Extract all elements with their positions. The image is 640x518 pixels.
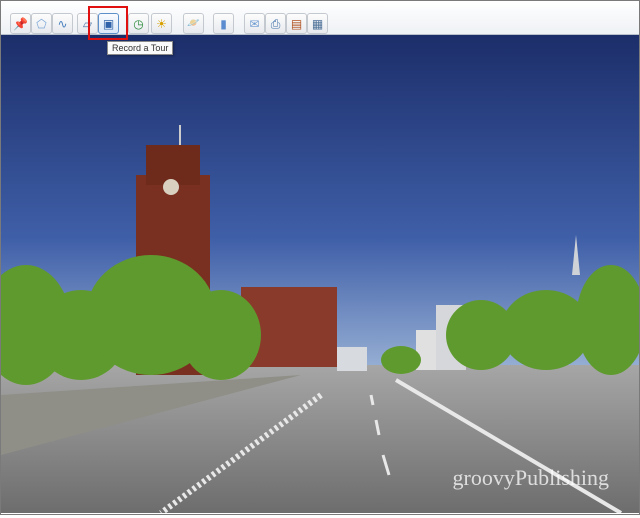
pushpin-icon: 📌: [13, 16, 28, 31]
add-path-button[interactable]: ∿: [52, 13, 73, 34]
watermark: groovyPublishing: [452, 465, 609, 490]
panel-icon: ▦: [311, 16, 324, 31]
polygon-icon: ⬠: [36, 16, 47, 31]
path-icon: ∿: [57, 16, 68, 31]
print-button[interactable]: ⎙: [265, 13, 286, 34]
sidebar-toggle-button[interactable]: ▦: [307, 13, 328, 34]
ruler-button[interactable]: ▮: [213, 13, 234, 34]
highlight-box: [88, 6, 128, 40]
email-button[interactable]: ✉: [244, 13, 265, 34]
map-icon: ▤: [290, 16, 303, 31]
historical-imagery-button[interactable]: ◷: [128, 13, 149, 34]
printer-icon: ⎙: [270, 16, 281, 31]
planet-icon: 🪐: [187, 17, 200, 29]
view-in-maps-button[interactable]: ▤: [286, 13, 307, 34]
add-placemark-button[interactable]: 📌: [10, 13, 31, 34]
switch-planets-button[interactable]: 🪐: [183, 13, 204, 34]
record-tour-tooltip: Record a Tour: [107, 41, 174, 55]
ruler-icon: ▮: [220, 16, 227, 31]
sunlight-button[interactable]: ☀: [151, 13, 172, 34]
envelope-icon: ✉: [249, 16, 260, 31]
add-polygon-button[interactable]: ⬠: [31, 13, 52, 34]
sun-icon: ☀: [156, 16, 167, 31]
3d-earth-view[interactable]: groovyPublishing: [0, 35, 640, 516]
clock-icon: ◷: [133, 16, 144, 31]
